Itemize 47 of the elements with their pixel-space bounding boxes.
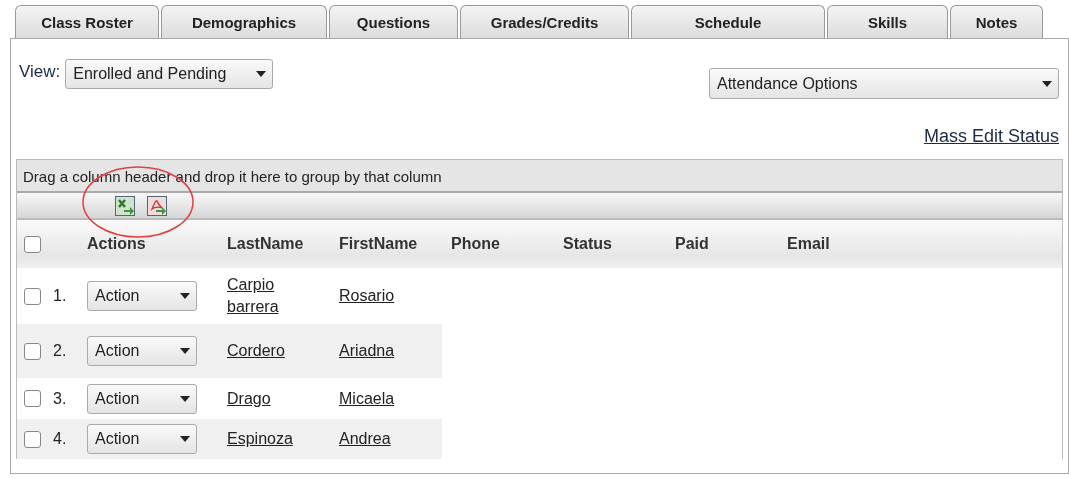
last-name-link[interactable]: Cordero (227, 340, 299, 362)
row-number: 1. (53, 286, 67, 306)
tab[interactable]: Notes (950, 5, 1043, 38)
last-name-link[interactable]: Carpio barrera (227, 274, 299, 318)
caret-icon (256, 71, 267, 77)
mass-edit-link[interactable]: Mass Edit Status (923, 126, 1059, 146)
tab[interactable]: Questions (329, 5, 458, 38)
tab[interactable]: Class Roster (15, 5, 159, 38)
row-checkbox[interactable] (24, 287, 41, 305)
row-number: 2. (53, 341, 67, 361)
column-header[interactable]: LastName (227, 232, 339, 256)
row-number: 3. (53, 388, 67, 409)
caret-icon (1042, 80, 1052, 87)
row-number: 4. (53, 429, 67, 449)
action-dropdown[interactable]: Action (87, 336, 197, 366)
last-name-link[interactable]: Drago (227, 387, 299, 410)
first-name-link[interactable]: Andrea (339, 430, 391, 447)
first-name-link[interactable]: Rosario (339, 287, 395, 304)
column-header[interactable]: Paid (675, 232, 787, 256)
caret-icon (180, 293, 190, 299)
column-header[interactable]: Status (563, 232, 675, 256)
column-header[interactable]: Actions (87, 232, 227, 256)
row-checkbox[interactable] (24, 390, 41, 407)
action-dropdown[interactable]: Action (87, 281, 197, 311)
first-name-link[interactable]: Micaela (339, 389, 395, 407)
caret-icon (180, 395, 190, 402)
caret-icon (180, 348, 190, 354)
column-header[interactable]: FirstName (339, 232, 451, 256)
row-checkbox[interactable] (24, 430, 41, 448)
tab[interactable]: Grades/Credits (460, 5, 629, 38)
attendance-dropdown[interactable]: Attendance Options (709, 68, 1059, 99)
tab[interactable]: Schedule (631, 5, 825, 38)
pdf-export-icon[interactable] (147, 195, 167, 216)
last-name-link[interactable]: Espinoza (227, 428, 299, 450)
action-dropdown[interactable]: Action (87, 424, 197, 454)
view-dropdown[interactable]: Enrolled and Pending (65, 59, 274, 89)
select-all-checkbox[interactable] (24, 235, 41, 253)
caret-icon (180, 436, 190, 442)
column-header[interactable]: Phone (451, 232, 563, 256)
column-header[interactable]: Email (787, 232, 899, 256)
row-checkbox[interactable] (24, 342, 41, 360)
action-dropdown[interactable]: Action (87, 383, 197, 414)
first-name-link[interactable]: Ariadna (339, 342, 395, 359)
view-label: View: (19, 61, 61, 83)
tab[interactable]: Skills (827, 5, 948, 38)
spreadsheet-export-icon[interactable] (115, 195, 135, 216)
tab[interactable]: Demographics (161, 5, 327, 38)
